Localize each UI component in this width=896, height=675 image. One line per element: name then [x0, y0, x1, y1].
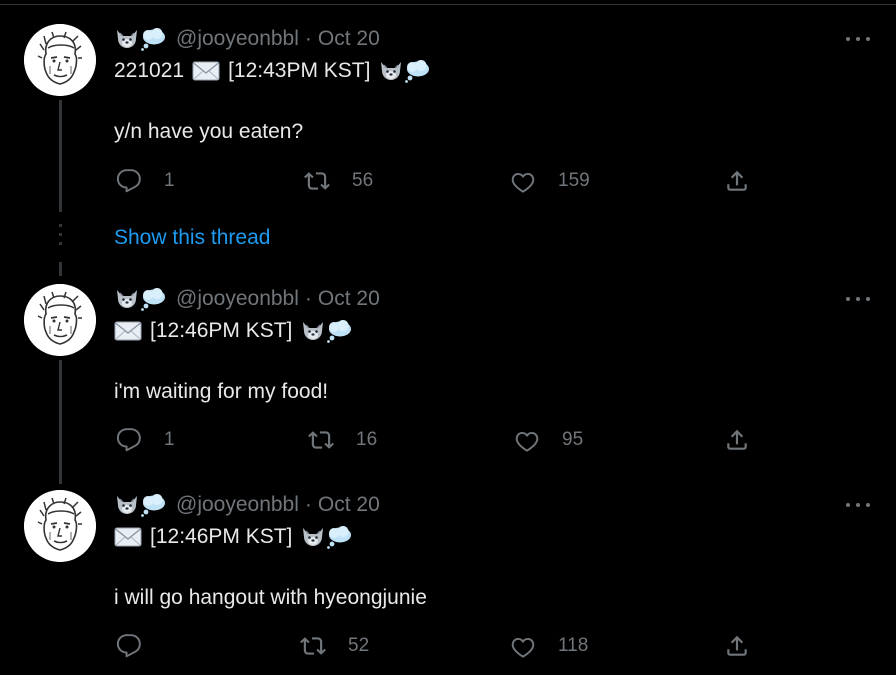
wolf-emoji-icon	[114, 493, 140, 517]
tweet-body: i'm waiting for my food!	[114, 380, 329, 403]
retweet-count: 56	[352, 170, 374, 191]
like-count: 95	[562, 429, 584, 450]
tweet-time: [12:46PM KST]	[150, 525, 293, 548]
retweet-button[interactable]: 52	[300, 631, 369, 661]
thought-balloon-emoji-icon	[404, 59, 430, 83]
separator: ·	[304, 493, 312, 516]
like-count: 159	[558, 170, 590, 191]
tweet-date[interactable]: Oct 20	[318, 27, 380, 51]
thought-balloon-emoji-icon	[140, 27, 166, 51]
tweet-date[interactable]: Oct 20	[318, 287, 380, 311]
tweet-body: i will go hangout with hyeongjunie	[114, 586, 427, 609]
share-icon	[724, 168, 750, 194]
user-handle[interactable]: @jooyeonbbl	[176, 27, 299, 51]
retweet-count: 16	[356, 429, 378, 450]
reply-icon	[116, 168, 142, 194]
retweet-count: 52	[348, 635, 370, 656]
reply-count: 1	[164, 170, 175, 191]
separator: ·	[304, 27, 312, 50]
thought-balloon-emoji-icon	[326, 319, 352, 343]
retweet-button[interactable]: 16	[308, 425, 377, 455]
tweet-header: @jooyeonbbl · Oct 20	[114, 26, 380, 52]
like-button[interactable]: 159	[510, 166, 590, 196]
share-button[interactable]	[724, 166, 750, 196]
reply-button[interactable]: 1	[116, 425, 175, 455]
share-icon	[724, 427, 750, 453]
user-handle[interactable]: @jooyeonbbl	[176, 493, 299, 517]
reply-icon	[116, 633, 142, 659]
wolf-emoji-icon	[378, 59, 404, 83]
top-divider	[0, 4, 896, 5]
thread-line	[59, 262, 62, 276]
share-button[interactable]	[724, 631, 750, 661]
reply-button[interactable]	[116, 631, 164, 661]
avatar[interactable]	[24, 284, 96, 356]
tweet-actions: 1 56 159	[114, 166, 764, 196]
thought-balloon-emoji-icon	[140, 493, 166, 517]
share-icon	[724, 633, 750, 659]
retweet-icon	[308, 427, 334, 453]
tweet-first-line: [12:46PM KST]	[114, 319, 352, 343]
tweet-actions: 52 118	[114, 631, 764, 661]
tweet-header: @jooyeonbbl · Oct 20	[114, 286, 380, 312]
avatar[interactable]	[24, 490, 96, 562]
heart-icon	[514, 427, 540, 453]
share-button[interactable]	[724, 425, 750, 455]
more-icon[interactable]	[846, 29, 870, 49]
tweet-date[interactable]: Oct 20	[318, 493, 380, 517]
heart-icon	[510, 633, 536, 659]
reply-icon	[116, 427, 142, 453]
retweet-icon	[304, 168, 330, 194]
wolf-emoji-icon	[114, 287, 140, 311]
reply-count: 1	[164, 429, 175, 450]
thought-balloon-emoji-icon	[140, 287, 166, 311]
more-icon[interactable]	[846, 495, 870, 515]
thought-balloon-emoji-icon	[326, 525, 352, 549]
show-thread-link[interactable]: Show this thread	[114, 226, 270, 250]
like-count: 118	[558, 635, 589, 656]
envelope-emoji-icon	[192, 60, 220, 82]
tweet-first-line: 221021 [12:43PM KST]	[114, 59, 430, 83]
user-handle[interactable]: @jooyeonbbl	[176, 287, 299, 311]
tweet-actions: 1 16 95	[114, 425, 764, 455]
tweet-time: [12:46PM KST]	[150, 319, 293, 342]
thread-line	[59, 100, 62, 212]
envelope-emoji-icon	[114, 320, 142, 342]
tweet-date-prefix: 221021	[114, 59, 185, 82]
tweet-first-line: [12:46PM KST]	[114, 525, 352, 549]
retweet-button[interactable]: 56	[304, 166, 373, 196]
separator: ·	[304, 287, 312, 310]
more-icon[interactable]	[846, 289, 870, 309]
tweet-body: y/n have you eaten?	[114, 120, 304, 143]
thread-dots	[59, 224, 62, 251]
tweet-time: [12:43PM KST]	[228, 59, 371, 82]
wolf-emoji-icon	[300, 319, 326, 343]
wolf-emoji-icon	[114, 27, 140, 51]
avatar[interactable]	[24, 24, 96, 96]
retweet-icon	[300, 633, 326, 659]
reply-button[interactable]: 1	[116, 166, 175, 196]
tweet-header: @jooyeonbbl · Oct 20	[114, 492, 380, 518]
like-button[interactable]: 118	[510, 631, 588, 661]
heart-icon	[510, 168, 536, 194]
thread-line	[59, 360, 62, 484]
envelope-emoji-icon	[114, 526, 142, 548]
wolf-emoji-icon	[300, 525, 326, 549]
like-button[interactable]: 95	[514, 425, 583, 455]
